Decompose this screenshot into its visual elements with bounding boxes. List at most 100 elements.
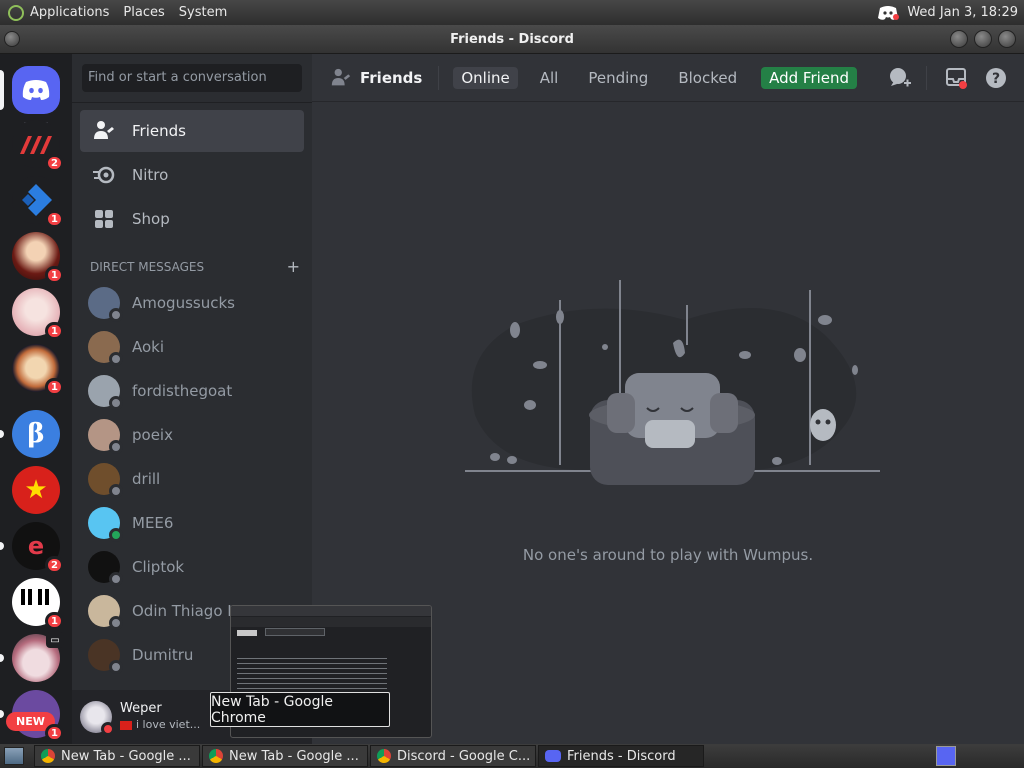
taskbar-item-chrome-3[interactable]: Discord - Google C... bbox=[370, 745, 536, 767]
user-avatar[interactable] bbox=[80, 701, 115, 736]
taskbar-item-chrome-1[interactable]: New Tab - Google ... bbox=[34, 745, 200, 767]
server-new[interactable]: NEW 1 bbox=[0, 690, 64, 742]
avatar bbox=[88, 551, 123, 586]
add-friend-button[interactable]: Add Friend bbox=[761, 66, 858, 89]
dm-name: Amogussucks bbox=[132, 294, 235, 312]
maximize-button[interactable] bbox=[974, 30, 992, 48]
close-button[interactable] bbox=[998, 30, 1016, 48]
menu-system[interactable]: System bbox=[179, 5, 227, 20]
server-badge: 1 bbox=[45, 724, 64, 742]
dm-item[interactable]: fordisthegoat bbox=[80, 370, 304, 412]
divider bbox=[72, 102, 312, 103]
nav-label: Shop bbox=[132, 210, 170, 228]
status-offline-icon bbox=[109, 396, 123, 410]
taskbar-item-chrome-2[interactable]: New Tab - Google ... bbox=[202, 745, 368, 767]
status-offline-icon bbox=[109, 660, 123, 674]
server-piano[interactable]: 1 bbox=[12, 578, 64, 630]
username: Weper bbox=[120, 701, 162, 716]
discord-tray-icon[interactable] bbox=[877, 5, 900, 21]
status-offline-icon bbox=[109, 484, 123, 498]
tab-all[interactable]: All bbox=[532, 67, 567, 89]
nav-shop[interactable]: Shop bbox=[80, 198, 304, 240]
discord-icon bbox=[545, 750, 561, 762]
selected-pill bbox=[0, 70, 4, 110]
show-desktop-icon[interactable] bbox=[4, 747, 24, 765]
dm-header-label: DIRECT MESSAGES bbox=[90, 260, 205, 274]
status-offline-icon bbox=[109, 572, 123, 586]
server-badge: 1 bbox=[45, 266, 64, 284]
dm-name: poeix bbox=[132, 426, 173, 444]
beta-glyph-icon: β bbox=[27, 419, 45, 449]
server-anime-avatar[interactable]: 1 bbox=[12, 232, 64, 284]
inbox-icon[interactable] bbox=[944, 66, 968, 90]
status-offline-icon bbox=[109, 616, 123, 630]
dm-item[interactable]: Aoki bbox=[80, 326, 304, 368]
avatar bbox=[88, 287, 123, 322]
dm-item[interactable]: MEE6 bbox=[80, 502, 304, 544]
speaker-status-icon: ▭ bbox=[46, 632, 64, 648]
task-label: Friends - Discord bbox=[567, 748, 676, 764]
e-logo-icon: e bbox=[27, 532, 45, 560]
server-badge: 2 bbox=[45, 154, 64, 172]
status-offline-icon bbox=[109, 440, 123, 454]
preview-google-logo bbox=[237, 630, 257, 636]
gnome-top-panel: Applications Places System Wed Jan 3, 18… bbox=[0, 0, 1024, 25]
server-owl[interactable]: 1 bbox=[12, 344, 64, 396]
gnome-foot-icon[interactable] bbox=[8, 4, 24, 21]
dm-name: Aoki bbox=[132, 338, 165, 356]
unread-pill bbox=[0, 542, 4, 550]
taskbar-item-discord[interactable]: Friends - Discord bbox=[538, 745, 704, 767]
tab-online[interactable]: Online bbox=[453, 66, 518, 89]
discord-tray-icon[interactable] bbox=[936, 746, 956, 766]
clock[interactable]: Wed Jan 3, 18:29 bbox=[907, 5, 1018, 20]
server-blue-arrow[interactable]: 1 bbox=[12, 176, 64, 228]
new-group-dm-icon[interactable] bbox=[888, 66, 912, 90]
window-titlebar[interactable]: Friends - Discord bbox=[0, 25, 1024, 54]
create-dm-button[interactable]: + bbox=[287, 257, 300, 276]
friends-icon bbox=[94, 121, 114, 139]
server-badge: 2 bbox=[45, 556, 64, 574]
header-title: Friends bbox=[360, 68, 423, 87]
search-input[interactable]: Find or start a conversation bbox=[82, 64, 302, 92]
menu-places[interactable]: Places bbox=[123, 5, 164, 20]
preview-tabstrip bbox=[231, 606, 431, 616]
server-beta[interactable]: β bbox=[0, 410, 60, 458]
dm-item[interactable]: Amogussucks bbox=[80, 282, 304, 324]
avatar bbox=[88, 595, 123, 630]
tab-pending[interactable]: Pending bbox=[580, 67, 656, 89]
dm-item[interactable]: drill bbox=[80, 458, 304, 500]
nav-nitro[interactable]: Nitro bbox=[80, 154, 304, 196]
minimize-button[interactable] bbox=[950, 30, 968, 48]
preview-addressbar bbox=[231, 617, 431, 627]
server-vietnam-flag[interactable]: ★ bbox=[12, 466, 60, 514]
home-button[interactable] bbox=[0, 66, 60, 114]
unread-pill bbox=[0, 710, 4, 718]
user-info: Weper i love viet... bbox=[120, 701, 200, 733]
server-badge: 1 bbox=[45, 378, 64, 396]
dm-section-header: DIRECT MESSAGES + bbox=[90, 257, 300, 276]
discord-logo-icon bbox=[22, 80, 50, 100]
menu-applications[interactable]: Applications bbox=[30, 5, 109, 20]
tab-blocked[interactable]: Blocked bbox=[670, 67, 745, 89]
dm-item[interactable]: Cliptok bbox=[80, 546, 304, 588]
vietnam-flag-icon bbox=[120, 720, 132, 730]
window-menu-button[interactable] bbox=[4, 31, 20, 47]
server-cat[interactable]: ▭ bbox=[0, 632, 64, 682]
server-pink-anime[interactable]: 1 bbox=[12, 288, 64, 340]
dm-name: Dumitru bbox=[132, 646, 194, 664]
nav-friends[interactable]: Friends bbox=[80, 110, 304, 152]
server-rail: 2 1 1 1 1 β ★ e 2 1 ▭ NEW 1 bbox=[0, 54, 72, 744]
dm-item[interactable]: poeix bbox=[80, 414, 304, 456]
server-badge: 1 bbox=[45, 612, 64, 630]
task-label: New Tab - Google ... bbox=[61, 748, 191, 764]
bottom-taskbar: New Tab - Google ... New Tab - Google ..… bbox=[0, 744, 1024, 768]
server-red-logo[interactable]: 2 bbox=[12, 120, 64, 172]
server-e[interactable]: e 2 bbox=[0, 522, 64, 574]
task-label: New Tab - Google ... bbox=[229, 748, 359, 764]
avatar bbox=[88, 463, 123, 498]
status-offline-icon bbox=[109, 352, 123, 366]
star-icon: ★ bbox=[24, 475, 48, 505]
taskbar-tooltip: New Tab - Google Chrome bbox=[210, 692, 390, 727]
custom-status: i love viet... bbox=[120, 717, 200, 733]
help-icon[interactable]: ? bbox=[984, 66, 1008, 90]
